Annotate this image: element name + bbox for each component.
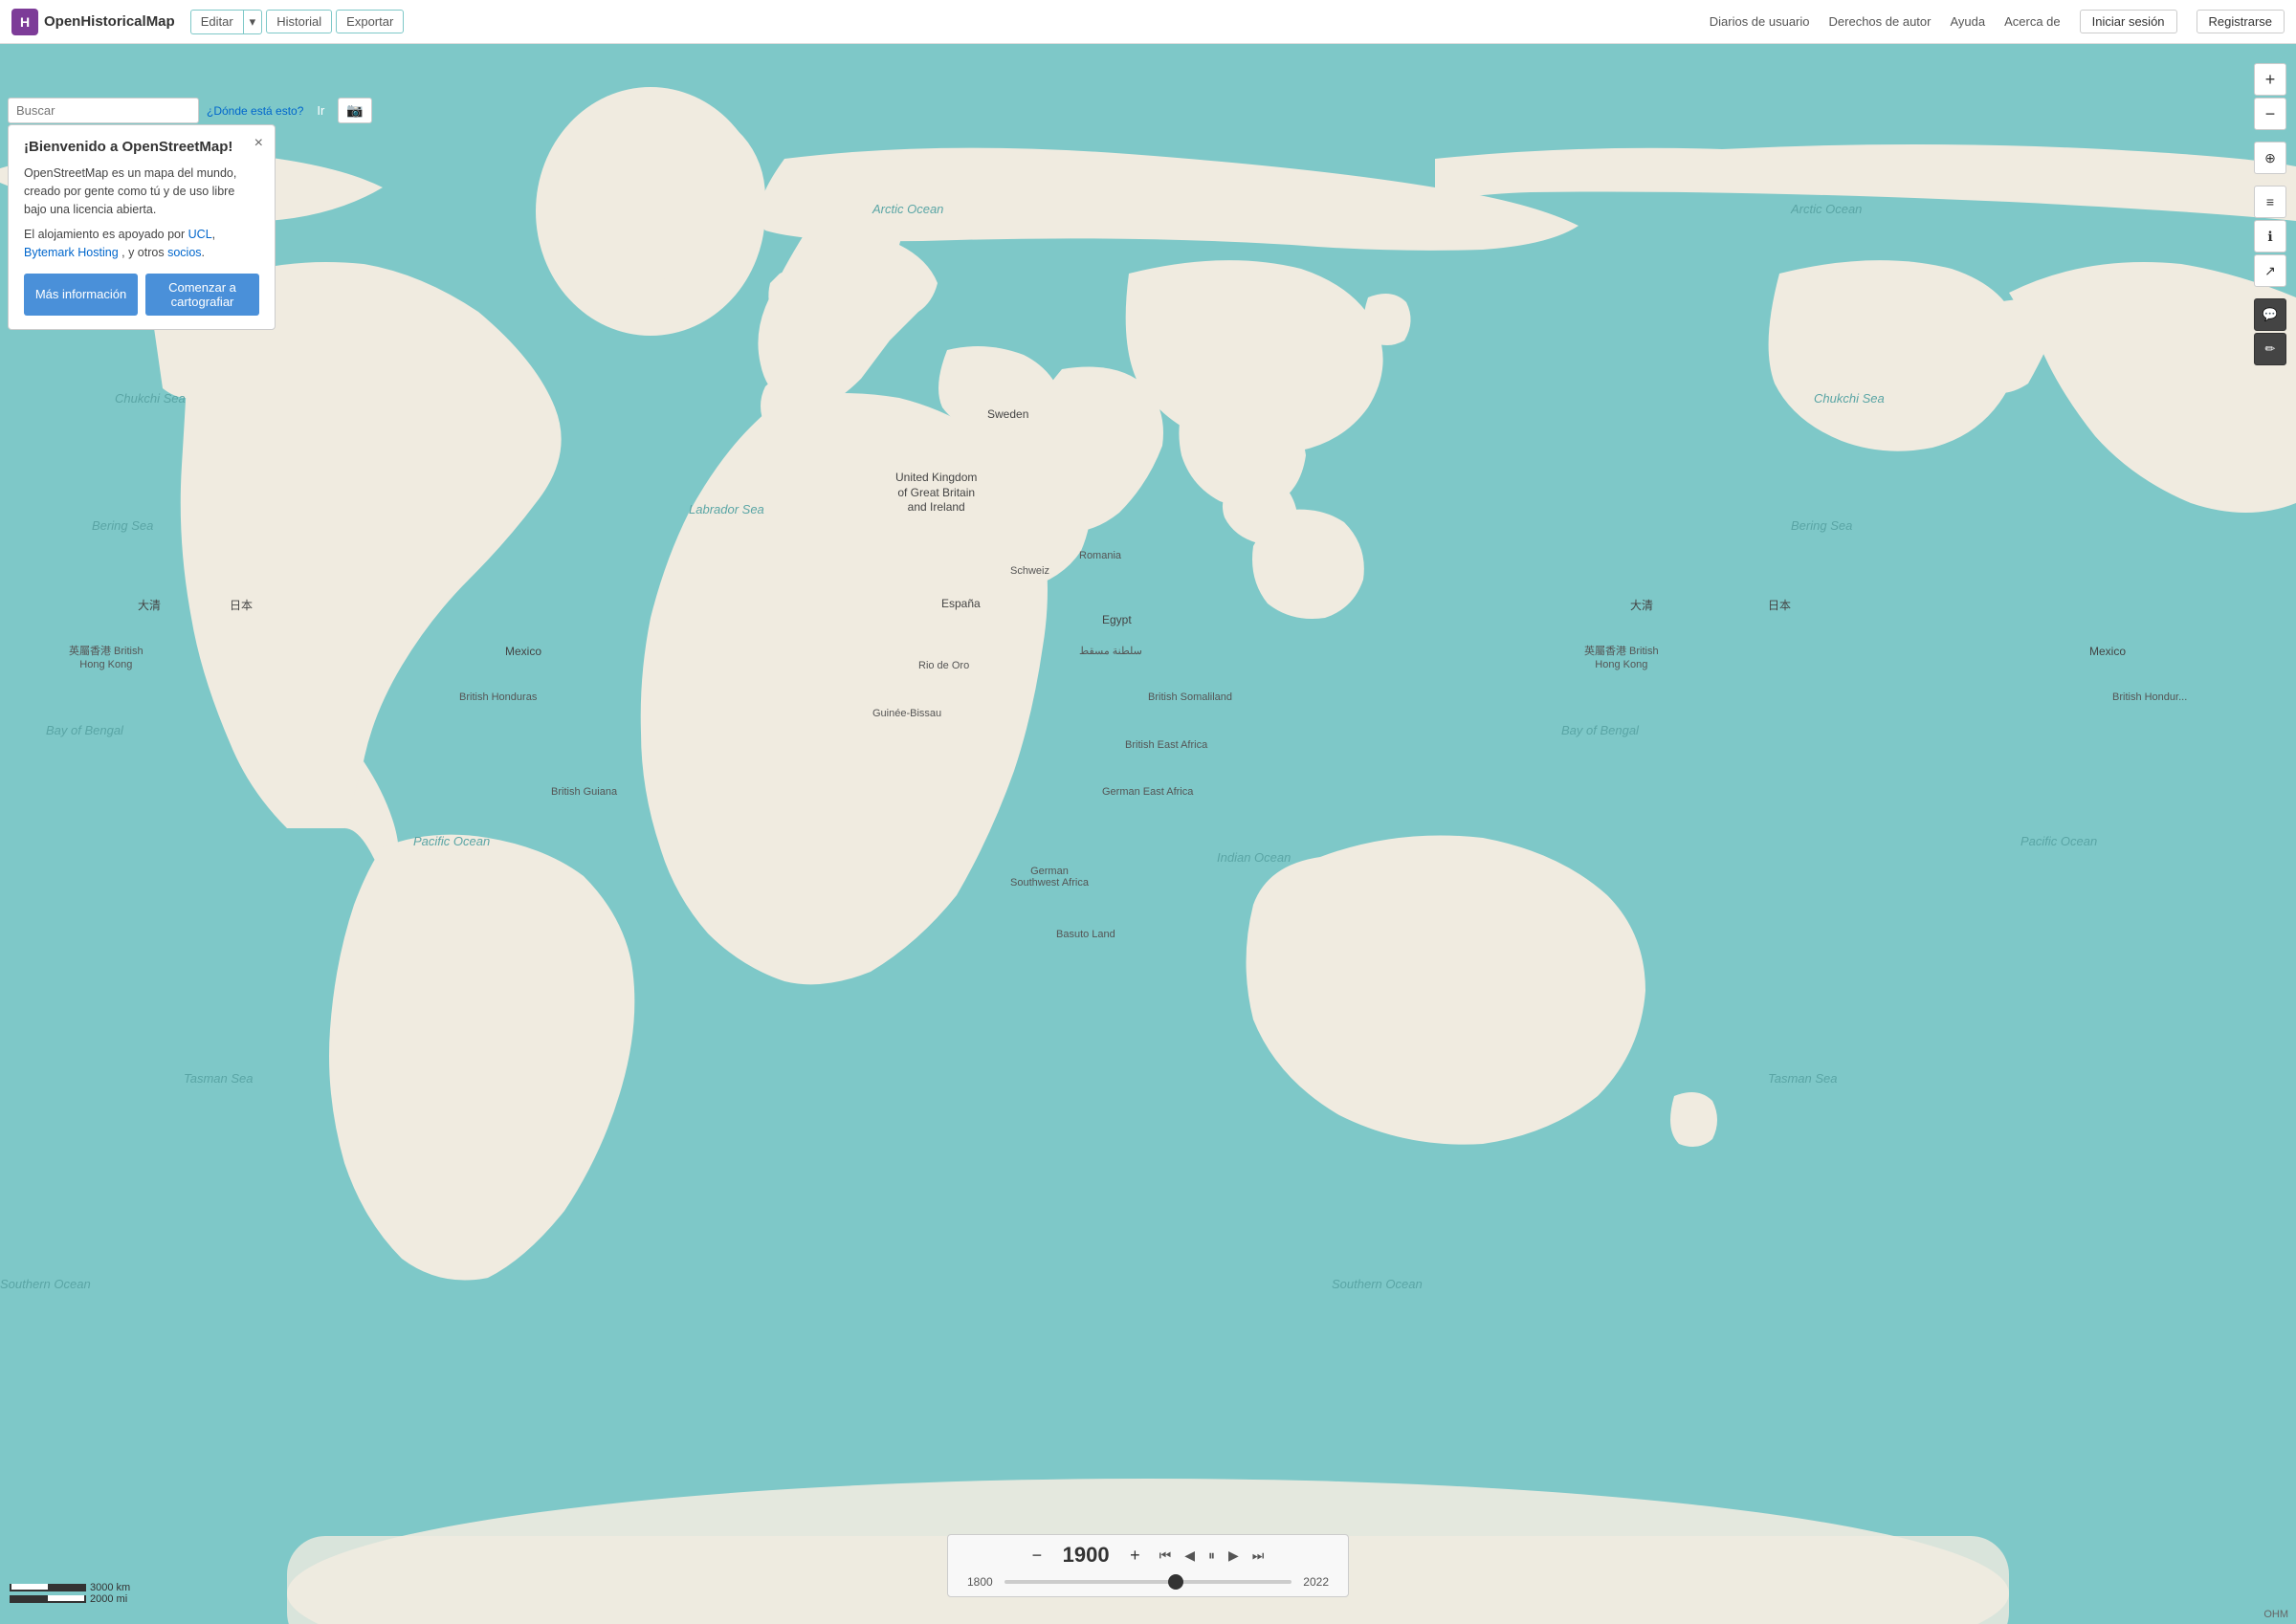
map-controls: + − ⊕ ≡ ℹ ↗ 💬 ✏ [2254,63,2286,365]
scale-km: 3000 km [10,1582,130,1593]
header-right: Diarios de usuario Derechos de autor Ayu… [1710,10,2285,33]
camera-button[interactable]: 📷 [338,98,371,123]
nav-derechos[interactable]: Derechos de autor [1829,14,1932,29]
skip-back-button[interactable]: ⏮ [1156,1546,1176,1566]
scale-bar: 3000 km 2000 mi [10,1582,130,1605]
credit-text: OHM [2263,1609,2288,1620]
header: H OpenHistoricalMap Editar ▾ Historial E… [0,0,2296,44]
map-container[interactable]: Arctic Ocean Chukchi Sea Bering Sea 大清 日… [0,44,2296,1624]
camera-icon: 📷 [346,102,363,118]
welcome-paragraph2: El alojamiento es apoyado por UCL, Bytem… [24,226,259,262]
logo-icon: H [11,9,38,35]
scale-km-label: 3000 km [90,1582,130,1593]
welcome-buttons: Más información Comenzar a cartografiar [24,274,259,316]
ir-button[interactable]: Ir [307,99,334,122]
logo-text: OpenHistoricalMap [44,13,175,30]
gps-button[interactable]: ⊕ [2254,142,2286,174]
timeline: − 1900 + ⏮ ◀ ⏸ ▶ ⏭ 1800 2022 [947,1534,1349,1597]
exportar-button[interactable]: Exportar [336,10,404,33]
nav-diarios[interactable]: Diarios de usuario [1710,14,1810,29]
feedback-button[interactable]: 💬 [2254,298,2286,331]
pause-button[interactable]: ⏸ [1204,1546,1219,1566]
logo: H OpenHistoricalMap [11,9,175,35]
info-button[interactable]: ℹ [2254,220,2286,252]
mas-info-button[interactable]: Más información [24,274,138,316]
iniciar-sesion-button[interactable]: Iniciar sesión [2080,10,2177,33]
edit-button[interactable]: Editar [190,10,243,34]
bytemark-link[interactable]: Bytemark Hosting [24,246,119,259]
timeline-year: 1900 [1057,1543,1115,1568]
zoom-out-button[interactable]: − [2254,98,2286,130]
registrarse-button[interactable]: Registrarse [2197,10,2285,33]
timeline-minus-button[interactable]: − [1028,1546,1047,1566]
back-button[interactable]: ◀ [1181,1546,1199,1566]
share-button[interactable]: ↗ [2254,254,2286,287]
edit-note-button[interactable]: ✏ [2254,333,2286,365]
map-svg [0,44,2296,1624]
welcome-panel: ¡Bienvenido a OpenStreetMap! × OpenStree… [8,124,276,330]
edit-dropdown-button[interactable]: ▾ [243,10,263,34]
scale-mi-label: 2000 mi [90,1593,127,1605]
timeline-start: 1800 [967,1575,993,1589]
timeline-end: 2022 [1303,1575,1329,1589]
nav-acerca[interactable]: Acerca de [2004,14,2061,29]
search-input[interactable] [8,98,199,123]
timeline-slider[interactable] [1004,1580,1292,1584]
donde-link[interactable]: ¿Dónde está esto? [207,104,303,118]
search-bar: ¿Dónde está esto? Ir 📷 [8,98,372,123]
skip-forward-button[interactable]: ⏭ [1248,1546,1269,1566]
edit-group: Editar ▾ [190,10,263,34]
comenzar-button[interactable]: Comenzar a cartografiar [145,274,259,316]
welcome-close-button[interactable]: × [254,135,263,152]
socios-link[interactable]: socios [167,246,201,259]
layers-button[interactable]: ≡ [2254,186,2286,218]
ohm-credit: OHM [2263,1609,2288,1620]
timeline-thumb[interactable] [1168,1574,1183,1590]
welcome-title: ¡Bienvenido a OpenStreetMap! [24,139,259,155]
forward-button[interactable]: ▶ [1225,1546,1243,1566]
nav-ayuda[interactable]: Ayuda [1950,14,1985,29]
scale-mi: 2000 mi [10,1593,130,1605]
timeline-bottom: 1800 2022 [967,1575,1329,1589]
timeline-controls: ⏮ ◀ ⏸ ▶ ⏭ [1156,1546,1269,1566]
ucl-link[interactable]: UCL [188,228,212,241]
timeline-top: − 1900 + ⏮ ◀ ⏸ ▶ ⏭ [1028,1543,1269,1568]
timeline-plus-button[interactable]: + [1126,1546,1144,1566]
zoom-in-button[interactable]: + [2254,63,2286,96]
historial-button[interactable]: Historial [266,10,332,33]
welcome-paragraph1: OpenStreetMap es un mapa del mundo, crea… [24,165,259,218]
